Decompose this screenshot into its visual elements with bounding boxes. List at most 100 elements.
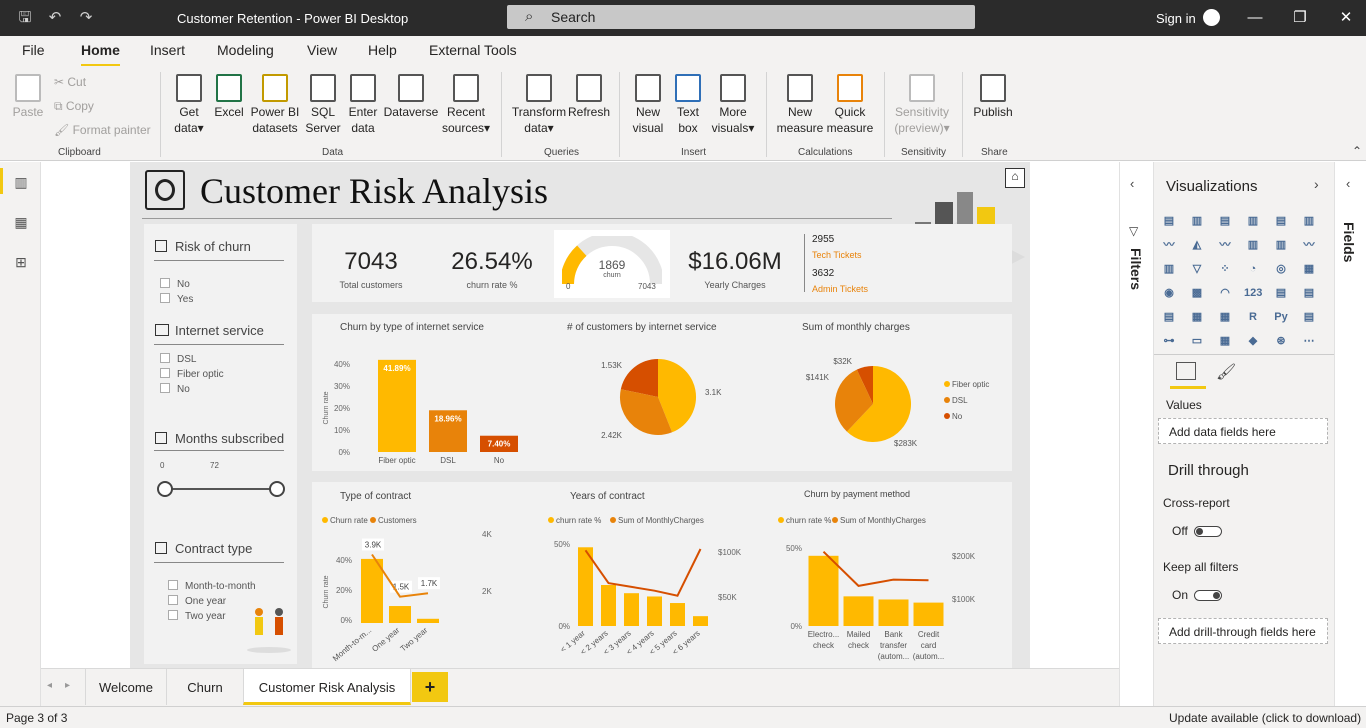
report-view-icon[interactable]: ▥ bbox=[12, 174, 30, 190]
drill-through-well[interactable]: Add drill-through fields here bbox=[1158, 618, 1328, 644]
get-data-button[interactable]: Get data▾ bbox=[170, 74, 208, 136]
visual-type-icon[interactable]: ◎ bbox=[1272, 260, 1290, 278]
visual-type-icon[interactable]: ▩ bbox=[1188, 284, 1206, 302]
cut-button[interactable]: ✂ Cut bbox=[54, 74, 86, 90]
tab-welcome[interactable]: Welcome bbox=[85, 669, 166, 705]
slicer-option[interactable]: Two year bbox=[168, 610, 226, 622]
tab-customer-risk-analysis[interactable]: Customer Risk Analysis bbox=[243, 669, 411, 705]
slicer-option[interactable]: Month-to-month bbox=[168, 580, 256, 592]
chevron-right-icon[interactable]: › bbox=[1314, 176, 1319, 192]
visual-type-icon[interactable]: ◭ bbox=[1188, 236, 1206, 254]
visual-type-icon[interactable]: ▤ bbox=[1160, 308, 1178, 326]
visual-type-icon[interactable]: Py bbox=[1272, 308, 1290, 326]
menu-help[interactable]: Help bbox=[368, 42, 397, 58]
fields-tab-icon[interactable] bbox=[1176, 362, 1196, 380]
visual-type-icon[interactable]: ▤ bbox=[1272, 284, 1290, 302]
visual-type-icon[interactable]: ◔ bbox=[1244, 260, 1262, 278]
menu-external-tools[interactable]: External Tools bbox=[429, 42, 517, 58]
visual-type-icon[interactable]: ▦ bbox=[1216, 332, 1234, 350]
visual-type-icon[interactable]: ◆ bbox=[1244, 332, 1262, 350]
slicer-option[interactable]: No bbox=[160, 278, 190, 290]
slicer-option[interactable]: Fiber optic bbox=[160, 368, 224, 380]
visual-type-icon[interactable]: ▤ bbox=[1300, 284, 1318, 302]
undo-icon[interactable]: ↶ bbox=[46, 10, 64, 26]
format-painter-button[interactable]: 🖌 Format painter bbox=[54, 122, 151, 138]
collapse-ribbon-icon[interactable]: ⌃ bbox=[1352, 144, 1362, 158]
visual-type-icon[interactable]: R bbox=[1244, 308, 1262, 326]
tab-churn[interactable]: Churn bbox=[166, 669, 243, 705]
fields-pane-collapsed[interactable]: ‹ Fields bbox=[1334, 162, 1366, 706]
visual-type-icon[interactable]: ▦ bbox=[1188, 308, 1206, 326]
powerbi-datasets-button[interactable]: Power BI datasets bbox=[250, 74, 300, 136]
visual-type-icon[interactable]: 〰 bbox=[1160, 236, 1178, 254]
add-page-button[interactable]: + bbox=[412, 672, 448, 702]
excel-button[interactable]: Excel bbox=[214, 74, 244, 120]
maximize-icon[interactable]: ❐ bbox=[1290, 8, 1310, 28]
close-icon[interactable]: ✕ bbox=[1336, 8, 1356, 28]
visual-type-icon[interactable]: ◠ bbox=[1216, 284, 1234, 302]
sign-in-button[interactable]: Sign in bbox=[1156, 11, 1196, 26]
menu-modeling[interactable]: Modeling bbox=[217, 42, 274, 58]
sensitivity-button[interactable]: Sensitivity (preview)▾ bbox=[890, 74, 954, 136]
visual-type-icon[interactable]: ▥ bbox=[1160, 260, 1178, 278]
visual-type-icon[interactable]: ▥ bbox=[1188, 212, 1206, 230]
avatar[interactable] bbox=[1203, 9, 1220, 26]
visual-type-icon[interactable]: ▤ bbox=[1300, 308, 1318, 326]
slicer-option[interactable]: Yes bbox=[160, 293, 193, 305]
quick-measure-button[interactable]: Quick measure bbox=[824, 74, 876, 136]
visual-type-icon[interactable]: 〰 bbox=[1216, 236, 1234, 254]
more-visuals-button[interactable]: More visuals▾ bbox=[708, 74, 758, 136]
visual-type-icon[interactable]: ▽ bbox=[1188, 260, 1206, 278]
text-box-button[interactable]: Text box bbox=[672, 74, 704, 136]
sql-server-button[interactable]: SQL Server bbox=[304, 74, 342, 136]
minimize-icon[interactable]: — bbox=[1245, 8, 1265, 28]
visual-type-icon[interactable]: ▥ bbox=[1272, 236, 1290, 254]
publish-button[interactable]: Publish bbox=[970, 74, 1016, 120]
recent-sources-button[interactable]: Recent sources▾ bbox=[440, 74, 492, 136]
paste-button[interactable]: Paste bbox=[10, 74, 46, 120]
slicer-option[interactable]: No bbox=[160, 383, 190, 395]
visual-type-icon[interactable]: ⋯ bbox=[1300, 332, 1318, 350]
keep-filters-toggle[interactable] bbox=[1194, 590, 1222, 601]
cross-report-toggle[interactable] bbox=[1194, 526, 1222, 537]
chevron-left-icon[interactable]: ‹ bbox=[1346, 176, 1350, 191]
new-visual-button[interactable]: New visual bbox=[630, 74, 666, 136]
dataverse-button[interactable]: Dataverse bbox=[383, 74, 439, 120]
range-handle-min[interactable] bbox=[157, 481, 173, 497]
menu-home[interactable]: Home bbox=[81, 42, 120, 67]
redo-icon[interactable]: ↷ bbox=[77, 10, 95, 26]
visual-type-icon[interactable]: 〰 bbox=[1300, 236, 1318, 254]
values-well[interactable]: Add data fields here bbox=[1158, 418, 1328, 444]
visual-type-icon[interactable]: ⊛ bbox=[1272, 332, 1290, 350]
transform-data-button[interactable]: Transform data▾ bbox=[510, 74, 568, 136]
visual-type-icon[interactable]: ▤ bbox=[1160, 212, 1178, 230]
data-view-icon[interactable]: ▦ bbox=[12, 214, 30, 230]
visual-type-icon[interactable]: ▥ bbox=[1244, 212, 1262, 230]
visual-type-icon[interactable]: ▤ bbox=[1272, 212, 1290, 230]
range-handle-max[interactable] bbox=[269, 481, 285, 497]
menu-view[interactable]: View bbox=[307, 42, 337, 58]
visual-type-icon[interactable]: ▦ bbox=[1300, 260, 1318, 278]
visual-type-icon[interactable]: ◉ bbox=[1160, 284, 1178, 302]
enter-data-button[interactable]: Enter data bbox=[346, 74, 380, 136]
slicer-option[interactable]: DSL bbox=[160, 353, 196, 365]
menu-insert[interactable]: Insert bbox=[150, 42, 185, 58]
visual-type-icon[interactable]: ▤ bbox=[1216, 212, 1234, 230]
slicer-option[interactable]: One year bbox=[168, 595, 226, 607]
visual-type-icon[interactable]: ▥ bbox=[1244, 236, 1262, 254]
copy-button[interactable]: ⧉ Copy bbox=[54, 98, 94, 114]
next-page-icon[interactable]: ▸ bbox=[65, 680, 70, 691]
search-box[interactable]: ⌕ Search bbox=[507, 5, 975, 29]
filters-pane-collapsed[interactable]: ‹ ▽ Filters bbox=[1119, 162, 1153, 706]
model-view-icon[interactable]: ⊞ bbox=[12, 254, 30, 270]
save-icon[interactable]: 🖫 bbox=[16, 10, 34, 26]
format-paint-icon[interactable]: 🖌 bbox=[1216, 362, 1236, 382]
visual-type-icon[interactable]: ⁘ bbox=[1216, 260, 1234, 278]
chevron-left-icon[interactable]: ‹ bbox=[1130, 176, 1134, 191]
visual-type-icon[interactable]: ▥ bbox=[1300, 212, 1318, 230]
visual-type-icon[interactable]: ▭ bbox=[1188, 332, 1206, 350]
refresh-button[interactable]: Refresh bbox=[568, 74, 610, 120]
visual-type-icon[interactable]: 123 bbox=[1244, 284, 1262, 302]
visual-type-icon[interactable]: ⊶ bbox=[1160, 332, 1178, 350]
prev-page-icon[interactable]: ◂ bbox=[47, 680, 52, 691]
